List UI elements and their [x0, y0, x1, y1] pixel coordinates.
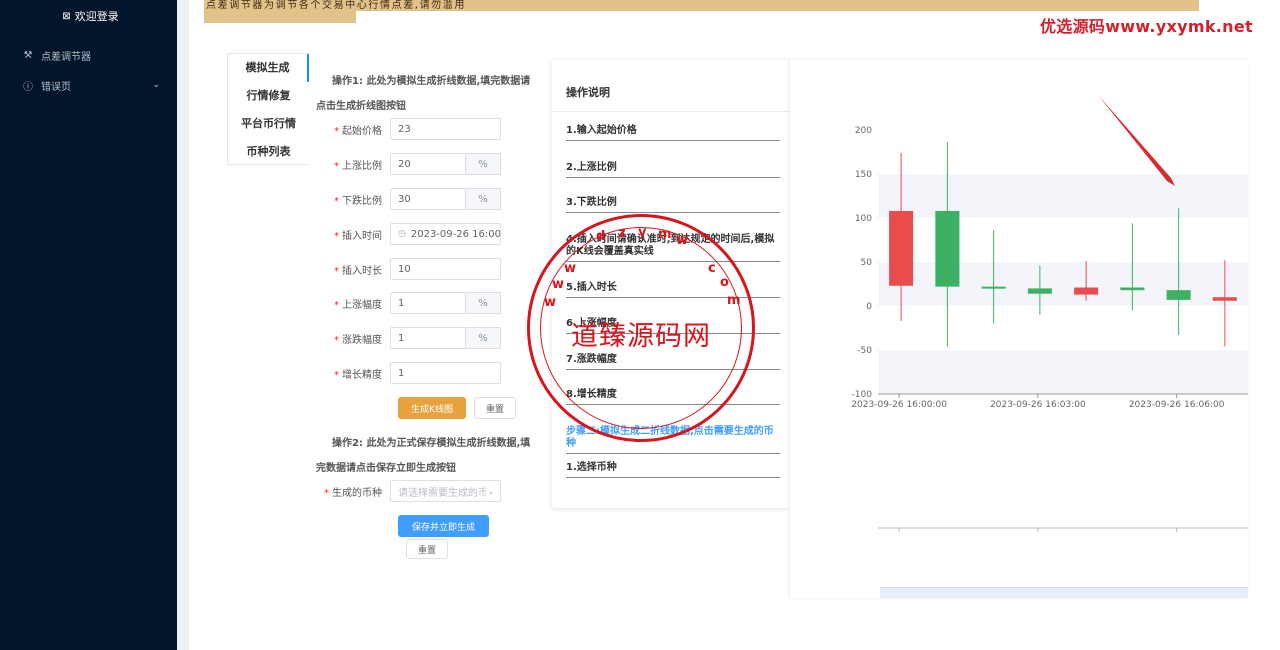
candle-body	[889, 210, 914, 286]
candle-body	[981, 286, 1006, 289]
tool-icon: ⚒	[23, 49, 33, 61]
y-tick-label: 0	[866, 302, 872, 312]
notice-bar-tail	[204, 11, 356, 23]
change-amplitude-input[interactable]: 1	[390, 327, 466, 349]
candle-body	[1027, 288, 1052, 294]
op2-instruction-cont: 完数据请点击保存立即生成按钮	[316, 463, 456, 474]
coin-select[interactable]: 请选择需要生成的币种 ⌄	[390, 480, 501, 502]
field-label: 上涨幅度	[342, 299, 382, 311]
insert-duration-input[interactable]: 10	[390, 258, 501, 280]
reset-button-2[interactable]: 重置	[406, 539, 448, 559]
tab-simulate[interactable]: 模拟生成	[228, 54, 309, 82]
save-generate-button[interactable]: 保存并立即生成	[398, 515, 489, 537]
vertical-tabs: 模拟生成 行情修复 平台币行情 币种列表	[227, 53, 309, 165]
divider	[552, 111, 790, 112]
data-zoom-slider[interactable]	[880, 587, 1248, 598]
x-tick-label: 2023-09-26 16:00:00	[851, 400, 947, 410]
y-tick-label: -100	[852, 390, 873, 400]
field-label: 增长精度	[342, 369, 382, 381]
sidebar-item-label: 点差调节器	[41, 51, 91, 63]
annotation-arrow	[1098, 95, 1175, 186]
grid-band	[878, 262, 1248, 306]
field-label: 生成的币种	[332, 487, 382, 499]
y-tick-label: 100	[855, 214, 872, 224]
percent-suffix: %	[466, 327, 501, 349]
reset-button[interactable]: 重置	[474, 397, 516, 419]
field-label: 涨跌幅度	[342, 334, 382, 346]
sidebar: ⊠ 欢迎登录 ⚒ 点差调节器 ⓘ 错误页 ⌄	[0, 0, 177, 650]
candle-body	[935, 210, 960, 287]
start-price-input[interactable]: 23	[390, 118, 501, 140]
sidebar-item-error-page[interactable]: ⓘ 错误页 ⌄	[0, 70, 177, 100]
sidebar-title: ⊠ 欢迎登录	[0, 0, 177, 32]
tab-coin-list[interactable]: 币种列表	[228, 138, 309, 166]
growth-precision-input[interactable]: 1	[390, 362, 501, 384]
candle-body	[1120, 287, 1145, 291]
y-tick-label: 200	[855, 126, 872, 136]
clock-icon: ◷	[398, 229, 406, 239]
chevron-down-icon: ⌄	[487, 486, 494, 496]
field-label: 上涨比例	[342, 160, 382, 172]
x-tick-label: 2023-09-26 16:03:00	[990, 400, 1086, 410]
insert-time-picker[interactable]: ◷ 2023-09-26 16:00:0	[390, 223, 501, 245]
tab-market-repair[interactable]: 行情修复	[228, 82, 309, 110]
watermark-text: 优选源码www.yxymk.net	[1040, 17, 1253, 36]
sidebar-item-label: 错误页	[41, 81, 71, 93]
sidebar-edge	[177, 0, 189, 650]
step-item: 7.涨跌幅度	[566, 354, 780, 370]
instructions-card: 操作说明 1.输入起始价格 2.上涨比例 3.下跌比例 4.插入时间请确认准时,…	[552, 60, 790, 508]
y-tick-label: -50	[857, 346, 872, 356]
step-item: 4.插入时间请确认准时,到达规定的时间后,模拟的K线会覆盖真实线	[566, 234, 780, 262]
step2-title: 步骤二:模拟生成二折线数据,点击需要生成的币种	[566, 426, 780, 454]
step-item: 2.上涨比例	[566, 162, 780, 178]
step-item: 8.增长精度	[566, 389, 780, 405]
field-label: 下跌比例	[342, 195, 382, 207]
percent-suffix: %	[466, 188, 501, 210]
insert-time-value: 2023-09-26 16:00:0	[410, 228, 501, 240]
fall-ratio-input[interactable]: 30	[390, 188, 466, 210]
field-label: 起始价格	[342, 125, 382, 137]
step-item: 6.上涨幅度	[566, 318, 780, 334]
kline-chart-panel: 200 150 100 50 0 -50 -100 2023-09-26 16:00:00 20…	[790, 60, 1248, 598]
x-tick-label: 2023-09-26 16:06:00	[1129, 400, 1225, 410]
step-item: 1.输入起始价格	[566, 125, 780, 141]
rise-ratio-input[interactable]: 20	[390, 153, 466, 175]
field-label: 插入时间	[342, 230, 382, 242]
step-item: 3.下跌比例	[566, 197, 780, 213]
rise-amplitude-input[interactable]: 1	[390, 292, 466, 314]
step-item: 5.插入时长	[566, 282, 780, 298]
op1-instruction-cont: 点击生成折线图按钮	[316, 101, 406, 112]
kline-chart: 200 150 100 50 0 -50 -1002023-09-26 16:00:00 20…	[851, 95, 1248, 532]
grid-band	[878, 174, 1248, 218]
generate-kline-button[interactable]: 生成K线图	[398, 397, 466, 419]
field-label: 插入时长	[342, 265, 382, 277]
notice-bar: 点差调节器为调节各个交易中心行情点差,请勿滥用	[204, 0, 1199, 11]
y-tick-label: 150	[855, 170, 872, 180]
y-tick-label: 50	[861, 258, 873, 268]
op1-instruction: 操作1: 此处为模拟生成折线数据,填完数据请	[332, 76, 531, 87]
candle-body	[1074, 287, 1099, 295]
card-title: 操作说明	[566, 86, 610, 99]
coin-select-placeholder: 请选择需要生成的币种	[398, 487, 486, 499]
tab-platform-coin[interactable]: 平台币行情	[228, 110, 309, 138]
candle-body	[1166, 290, 1191, 300]
candle-body	[1212, 297, 1237, 301]
percent-suffix: %	[466, 153, 501, 175]
info-icon: ⓘ	[23, 81, 33, 93]
box-icon: ⊠	[62, 10, 71, 22]
chevron-down-icon: ⌄	[152, 80, 160, 90]
sidebar-title-text: 欢迎登录	[74, 10, 119, 23]
step-item: 1.选择币种	[566, 462, 780, 478]
op2-instruction: 操作2: 此处为正式保存模拟生成折线数据,填	[332, 438, 531, 449]
grid-band	[878, 350, 1248, 394]
percent-suffix: %	[466, 292, 501, 314]
sidebar-item-spread-adjuster[interactable]: ⚒ 点差调节器	[0, 40, 177, 70]
